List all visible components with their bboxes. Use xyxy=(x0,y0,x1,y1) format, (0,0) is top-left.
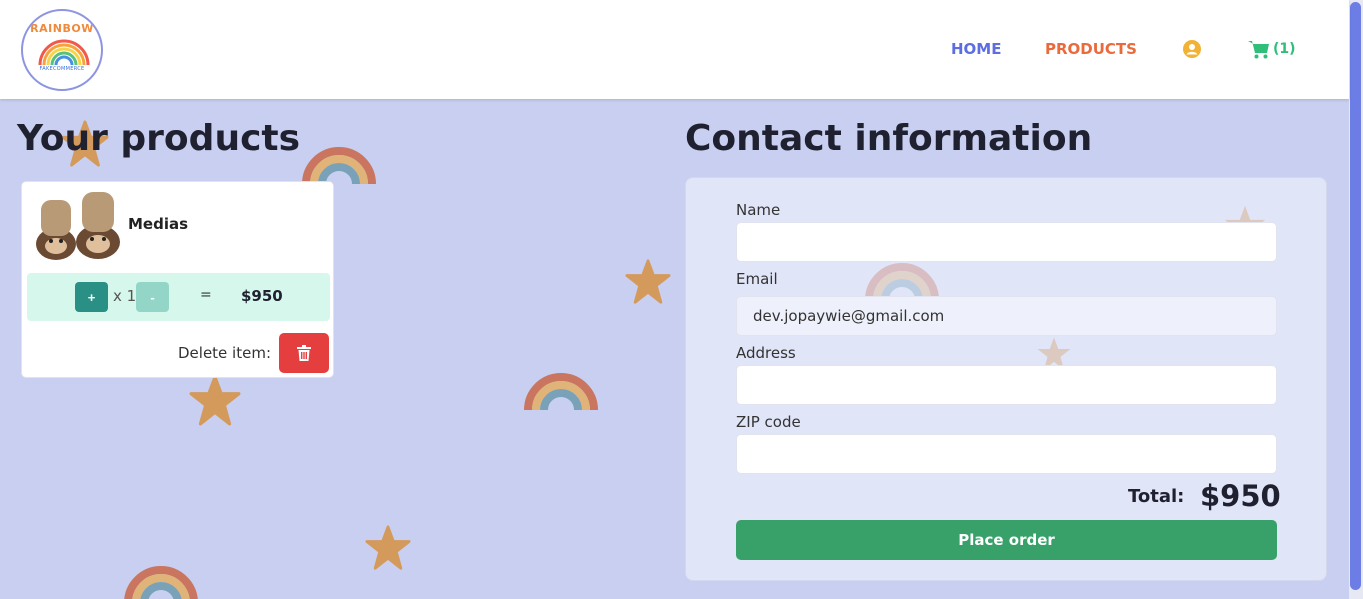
user-icon[interactable] xyxy=(1183,40,1201,58)
zip-code-label: ZIP code xyxy=(736,413,801,431)
order-total-label: Total: xyxy=(1128,486,1185,507)
contact-information-title: Contact information xyxy=(685,118,1093,159)
address-input[interactable] xyxy=(736,365,1277,405)
quantity-value: x 1 xyxy=(113,287,137,305)
increase-quantity-button[interactable]: + xyxy=(75,282,108,312)
cart-count: (1) xyxy=(1273,41,1296,57)
logo-title: RAINBOW xyxy=(30,22,94,35)
rainbow-decoration-icon xyxy=(524,373,598,410)
equals-sign: = xyxy=(200,287,212,303)
nav-home-link[interactable]: HOME xyxy=(951,40,1001,60)
email-label: Email xyxy=(736,270,778,288)
rainbow-decoration-icon xyxy=(124,566,198,599)
address-label: Address xyxy=(736,344,796,362)
scrollbar-thumb[interactable] xyxy=(1350,2,1361,590)
rainbow-logo[interactable]: RAINBOW FAKECOMMERCE xyxy=(21,9,103,91)
star-decoration-icon xyxy=(189,375,241,426)
name-input[interactable] xyxy=(736,222,1277,262)
delete-item-label: Delete item: xyxy=(178,344,271,362)
rainbow-decoration-icon xyxy=(302,147,376,184)
delete-item-button[interactable] xyxy=(279,333,329,373)
place-order-button[interactable]: Place order xyxy=(736,520,1277,560)
product-image xyxy=(36,192,120,260)
star-decoration-icon xyxy=(625,259,671,304)
star-decoration-icon xyxy=(365,525,411,570)
decrease-quantity-button[interactable]: - xyxy=(136,282,169,312)
cart-icon xyxy=(1248,40,1269,58)
item-total: $950 xyxy=(241,287,283,305)
order-total-value: $950 xyxy=(1200,479,1281,513)
product-name: Medias xyxy=(128,215,189,233)
trash-icon xyxy=(297,345,311,361)
logo-subtitle: FAKECOMMERCE xyxy=(39,66,85,72)
name-label: Name xyxy=(736,201,781,219)
cart-link[interactable]: (1) xyxy=(1248,39,1296,59)
nav-products-link[interactable]: PRODUCTS xyxy=(1045,40,1137,60)
your-products-title: Your products xyxy=(17,118,301,159)
site-header: RAINBOW FAKECOMMERCE HOME PRODUCTS (1) xyxy=(0,0,1349,99)
zip-code-input[interactable] xyxy=(736,434,1277,474)
contact-form: Name Email Address ZIP code Total: $950 … xyxy=(685,177,1327,581)
rainbow-decoration-icon xyxy=(865,263,939,300)
quantity-row: + x 1 - = $950 xyxy=(27,273,330,321)
cart-item-card: Medias + x 1 - = $950 Delete item: xyxy=(21,181,334,378)
email-input[interactable] xyxy=(736,296,1277,336)
